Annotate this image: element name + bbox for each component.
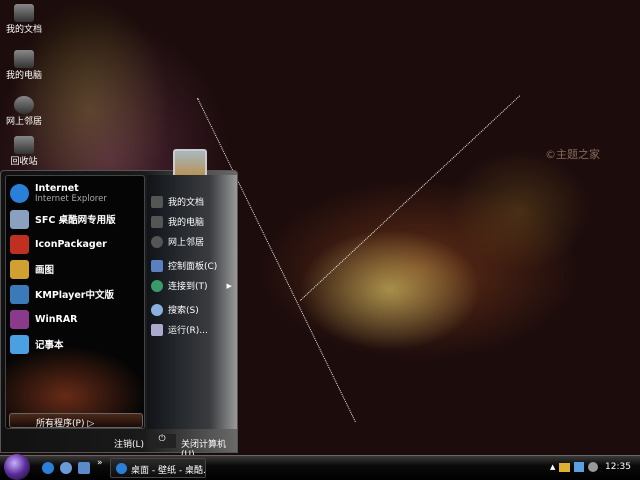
network-icon — [14, 96, 34, 114]
connect-icon — [151, 279, 163, 292]
menu-item-iconpackager[interactable]: IconPackager — [10, 233, 107, 255]
logoff-button[interactable]: 注销(L) — [114, 437, 144, 450]
menu-item-paint[interactable]: 画图 — [10, 258, 54, 280]
menu-item-my-computer[interactable]: 我的电脑 — [151, 215, 204, 228]
iconpackager-icon — [10, 234, 29, 254]
tray-network-icon[interactable] — [574, 462, 585, 472]
quicklaunch-more-button[interactable]: » — [97, 458, 103, 468]
system-tray: ▲ — [550, 462, 599, 472]
recycle-bin-icon — [14, 136, 34, 154]
tray-folder-icon[interactable] — [559, 462, 571, 472]
search-icon — [151, 303, 163, 316]
desktop-icon[interactable] — [78, 462, 90, 474]
menu-item-winrar[interactable]: WinRAR — [10, 308, 77, 330]
start-button[interactable] — [4, 454, 30, 480]
menu-item-control-panel[interactable]: 控制面板(C) — [151, 259, 217, 272]
network-icon — [151, 235, 163, 248]
desktop-icon-network[interactable]: 网上邻居 — [2, 96, 46, 128]
menu-item-run[interactable]: 运行(R)... — [151, 323, 208, 336]
tray-expand-icon[interactable]: ▲ — [550, 463, 555, 471]
desktop-icon-my-computer[interactable]: 我的电脑 — [2, 50, 46, 82]
start-menu: Internet Internet Explorer SFC 桌酷网专用版 Ico… — [0, 149, 238, 460]
winrar-icon — [10, 309, 29, 329]
menu-item-sfc[interactable]: SFC 桌酷网专用版 — [10, 208, 116, 230]
arrow-right-icon: ▷ — [87, 419, 95, 429]
all-programs-button[interactable]: 所有程序(P) ▷ — [9, 413, 143, 429]
start-menu-footer: 注销(L) ⏻ 关闭计算机(U) — [1, 431, 237, 460]
computer-icon — [151, 215, 163, 228]
taskbar: » 桌面 - 壁纸 - 桌酷... ▲ 12:35 — [0, 454, 640, 480]
clock[interactable]: 12:35 — [605, 462, 631, 472]
system-places: 我的文档 我的电脑 网上邻居 控制面板(C) 连接到(T) ▶ 搜索(S) 运行(… — [147, 175, 237, 429]
ie-icon — [10, 183, 29, 203]
watermark: ©主题之家 — [545, 148, 600, 161]
pinned-programs: Internet Internet Explorer SFC 桌酷网专用版 Ico… — [5, 175, 145, 429]
run-icon — [151, 323, 163, 336]
sfc-icon — [10, 209, 29, 229]
menu-item-notepad[interactable]: 记事本 — [10, 333, 64, 355]
documents-icon — [14, 4, 34, 22]
menu-item-search[interactable]: 搜索(S) — [151, 303, 199, 316]
submenu-arrow-icon: ▶ — [226, 281, 232, 290]
ie-icon[interactable] — [42, 462, 54, 474]
wallpaper-dotted-line — [300, 95, 521, 301]
menu-item-network[interactable]: 网上邻居 — [151, 235, 204, 248]
computer-icon — [14, 50, 34, 68]
tray-volume-icon[interactable] — [588, 462, 599, 472]
menu-item-my-documents[interactable]: 我的文档 — [151, 195, 204, 208]
paint-icon — [10, 259, 29, 279]
menu-item-connect[interactable]: 连接到(T) ▶ — [151, 279, 232, 292]
desktop-icon-my-documents[interactable]: 我的文档 — [2, 4, 46, 36]
menu-item-kmplayer[interactable]: KMPlayer中文版 — [10, 283, 114, 305]
desktop-icon-recycle-bin[interactable]: 回收站 — [2, 136, 46, 168]
taskbar-window-button[interactable]: 桌面 - 壁纸 - 桌酷... — [110, 458, 206, 478]
documents-icon — [151, 195, 163, 208]
power-icon[interactable]: ⏻ — [148, 434, 176, 448]
ie-icon — [116, 463, 127, 474]
globe-icon[interactable] — [60, 462, 72, 474]
menu-item-internet[interactable]: Internet Internet Explorer — [10, 182, 107, 204]
notepad-icon — [10, 334, 29, 354]
control-panel-icon — [151, 259, 163, 272]
kmplayer-icon — [10, 284, 29, 304]
